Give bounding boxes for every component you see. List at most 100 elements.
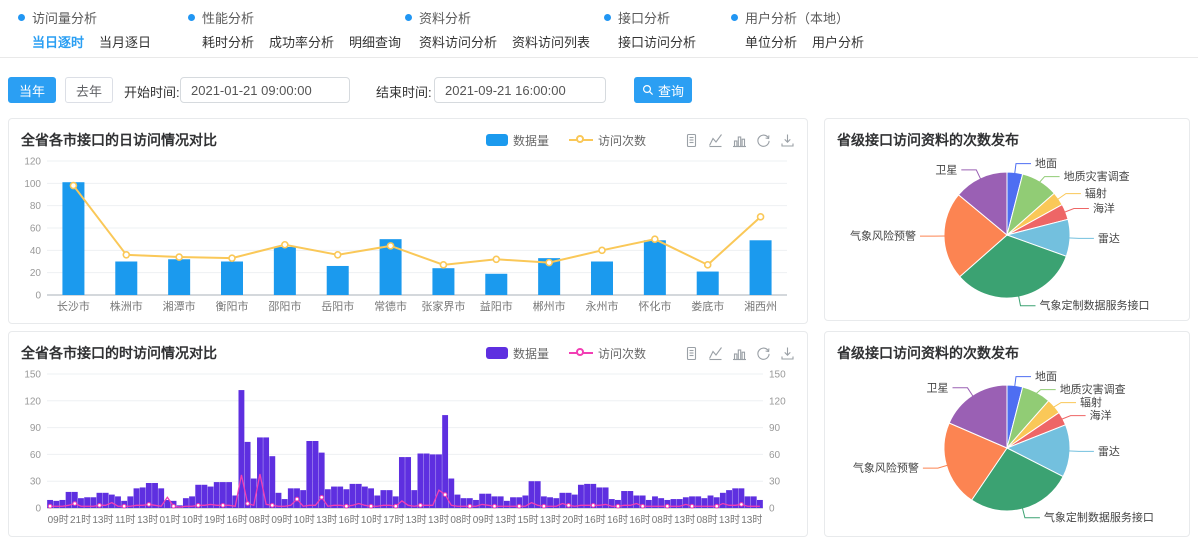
divider [0,57,1198,58]
svg-text:10时: 10时 [182,514,203,526]
svg-text:19时: 19时 [204,514,225,526]
svg-text:30: 30 [769,477,781,488]
nav-group-label: 接口分析 [618,8,670,27]
data-view-icon[interactable] [684,133,699,148]
restore-icon[interactable] [756,346,771,361]
svg-text:08时: 08时 [450,514,471,526]
nav-item-time-analysis[interactable]: 耗时分析 [202,32,254,51]
daily-bar-line-chart[interactable]: 020406080100120长沙市株洲市湘潭市衡阳市邵阳市岳阳市常德市张家界市… [13,151,801,322]
restore-icon[interactable] [756,133,771,148]
nav-group-performance: 性能分析 耗时分析 成功率分析 明细查询 [188,8,401,51]
svg-text:20时: 20时 [562,514,583,526]
hourly-bar-line-chart[interactable]: 0030306060909012012015015009时21时13时11时13… [13,364,801,535]
query-button[interactable]: 查询 [634,77,692,103]
svg-text:30: 30 [30,477,42,488]
svg-text:海洋: 海洋 [1090,408,1112,422]
bar-chart-toggle-icon[interactable] [732,346,747,361]
svg-text:辐射: 辐射 [1080,395,1102,409]
svg-text:16时: 16时 [629,514,650,526]
svg-text:衡阳市: 衡阳市 [216,299,249,313]
svg-text:15时: 15时 [518,514,539,526]
svg-text:0: 0 [769,504,775,515]
svg-text:10时: 10时 [361,514,382,526]
svg-text:长沙市: 长沙市 [57,299,90,313]
chart-title: 全省各市接口的时访问情况对比 [21,343,217,363]
line-legend-swatch-icon [569,347,593,359]
svg-text:16时: 16时 [607,514,628,526]
last-year-button[interactable]: 去年 [65,77,113,103]
nav-group-title: 用户分析（本地） [731,8,864,27]
svg-text:益阳市: 益阳市 [480,299,513,313]
line-chart-toggle-icon[interactable] [708,346,723,361]
nav-item-daily-month[interactable]: 当月逐日 [99,32,151,51]
end-time-label: 结束时间: [376,82,432,101]
chart-title: 全省各市接口的日访问情况对比 [21,130,217,150]
nav-item-data-access-list[interactable]: 资料访问列表 [512,32,590,51]
start-time-input[interactable] [180,77,350,103]
bar-chart-toggle-icon[interactable] [732,133,747,148]
svg-text:60: 60 [30,224,42,235]
chart-legend: 数据量 访问次数 [486,132,646,149]
svg-text:常德市: 常德市 [374,299,407,313]
legend-item-data-volume[interactable]: 数据量 [486,345,549,362]
nav-item-user-analysis[interactable]: 用户分析 [812,32,864,51]
nav-group-title: 资料分析 [405,8,590,27]
svg-text:09时: 09时 [473,514,494,526]
svg-text:13时: 13时 [92,514,113,526]
nav-group-label: 资料分析 [419,8,471,27]
svg-text:13时: 13时 [316,514,337,526]
line-chart-toggle-icon[interactable] [708,133,723,148]
nav-item-hourly-today[interactable]: 当日逐时 [32,32,84,51]
svg-text:16时: 16时 [339,514,360,526]
svg-text:地质灾害调查: 地质灾害调查 [1060,382,1126,396]
nav-group-visits: 访问量分析 当日逐时 当月逐日 [18,8,151,51]
svg-text:13时: 13时 [741,514,762,526]
nav-item-interface-access[interactable]: 接口访问分析 [618,32,696,51]
svg-text:10时: 10时 [294,514,315,526]
legend-item-visit-count[interactable]: 访问次数 [569,132,646,149]
end-time-input[interactable] [434,77,606,103]
nav-item-unit-analysis[interactable]: 单位分析 [745,32,797,51]
svg-text:13时: 13时 [719,514,740,526]
svg-text:张家界市: 张家界市 [421,299,465,313]
svg-text:120: 120 [24,396,41,407]
legend-item-data-volume[interactable]: 数据量 [486,132,549,149]
nav-item-success-rate[interactable]: 成功率分析 [269,32,334,51]
save-image-icon[interactable] [780,346,795,361]
chart-toolbox [684,346,795,361]
province-access-pie-chart[interactable]: 地面地质灾害调查辐射海洋雷达气象定制数据服务接口气象风险预警卫星 [829,147,1185,320]
svg-text:16时: 16时 [585,514,606,526]
save-image-icon[interactable] [780,133,795,148]
svg-text:120: 120 [24,157,41,168]
svg-text:邵阳市: 邵阳市 [268,299,301,313]
svg-text:岳阳市: 岳阳市 [321,299,354,313]
svg-text:0: 0 [35,504,41,515]
nav-item-detail-query[interactable]: 明细查询 [349,32,401,51]
province-access-pie-chart[interactable]: 地面地质灾害调查辐射海洋雷达气象定制数据服务接口气象风险预警卫星 [829,360,1185,533]
bullet-icon [405,14,412,21]
bullet-icon [188,14,195,21]
svg-text:地面: 地面 [1035,370,1057,383]
svg-text:气象定制数据服务接口: 气象定制数据服务接口 [1044,510,1154,524]
svg-text:13时: 13时 [137,514,158,526]
legend-item-visit-count[interactable]: 访问次数 [569,345,646,362]
bullet-icon [731,14,738,21]
legend-label: 数据量 [513,132,549,149]
svg-text:13时: 13时 [674,514,695,526]
this-year-button[interactable]: 当年 [8,77,56,103]
legend-label: 访问次数 [598,132,646,149]
svg-text:地面: 地面 [1035,157,1057,170]
bullet-icon [604,14,611,21]
nav-group-interface: 接口分析 接口访问分析 [604,8,696,51]
dashboard: 访问量分析 当日逐时 当月逐日 性能分析 耗时分析 成功率分析 明细查询 资料分… [0,0,1198,547]
panel-province-pie-1: 省级接口访问资料的次数发布 地面地质灾害调查辐射海洋雷达气象定制数据服务接口气象… [824,118,1190,321]
nav-item-data-access-analysis[interactable]: 资料访问分析 [419,32,497,51]
filter-bar: 当年 去年 开始时间: 结束时间: 查询 [0,77,1198,105]
svg-text:150: 150 [769,370,786,381]
nav-group-label: 性能分析 [202,8,254,27]
svg-text:08时: 08时 [697,514,718,526]
chart-toolbox [684,133,795,148]
svg-text:气象定制数据服务接口: 气象定制数据服务接口 [1039,298,1149,312]
svg-text:80: 80 [30,201,42,212]
data-view-icon[interactable] [684,346,699,361]
